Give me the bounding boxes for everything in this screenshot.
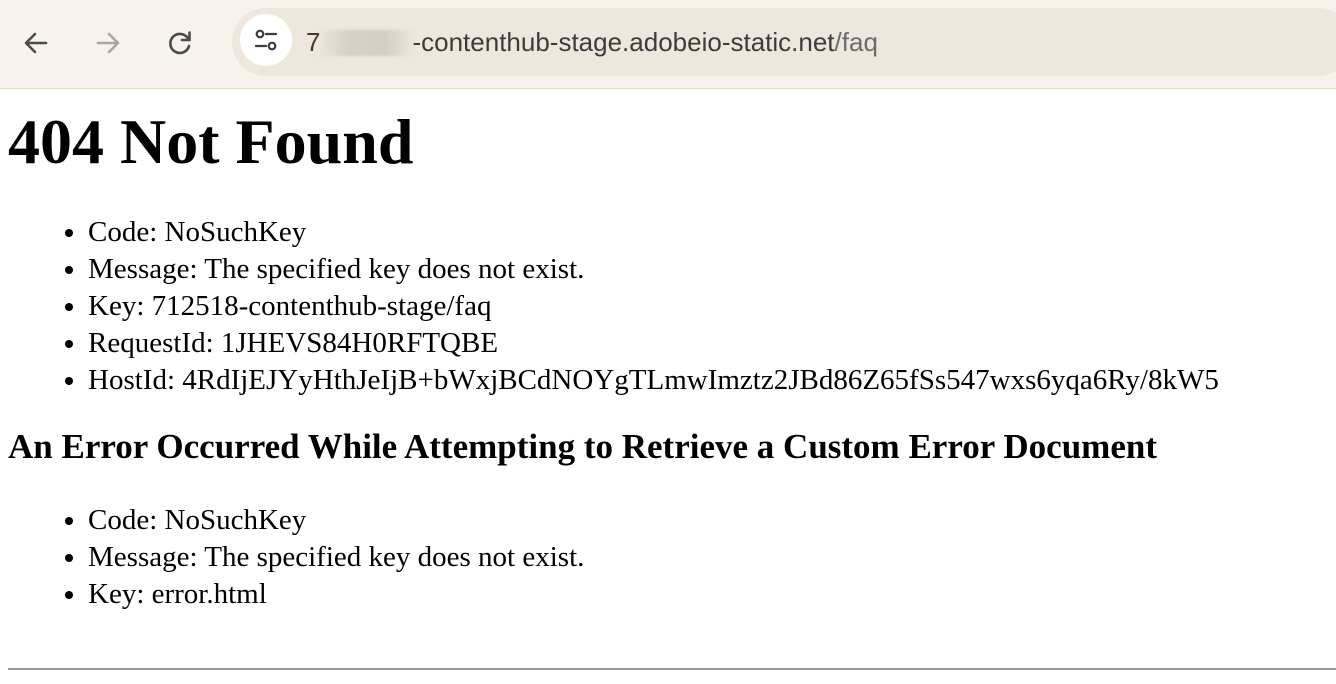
url-path: /faq: [834, 27, 878, 57]
list-item: RequestId: 1JHEVS84H0RFTQBE: [88, 325, 1336, 362]
reload-button[interactable]: [160, 24, 200, 62]
list-item: Code: NoSuchKey: [88, 214, 1336, 251]
url-redaction: [320, 30, 413, 56]
site-info-button[interactable]: [240, 14, 292, 66]
arrow-right-icon: [96, 32, 120, 54]
list-item: Key: 712518-contenthub-stage/faq: [88, 288, 1336, 325]
reload-icon: [169, 31, 191, 55]
section-heading: An Error Occurred While Attempting to Re…: [8, 427, 1157, 466]
page-content: 404 Not Found Code: NoSuchKey Message: T…: [8, 88, 1336, 613]
list-item: HostId: 4RdIjEJYyHthJeIjB+bWxjBCdNOYgTLm…: [88, 362, 1336, 399]
list-item: Code: NoSuchKey: [88, 502, 1336, 539]
url-host: -contenthub-stage.adobeio-static.net: [412, 27, 835, 57]
url-prefix: 7: [306, 27, 321, 57]
horizontal-rule: [8, 668, 1336, 670]
browser-toolbar: 7 -contenthub-stage.adobeio-static.net/fa…: [0, 0, 1336, 89]
list-item: Key: error.html: [88, 576, 1336, 613]
custom-error-details-list: Code: NoSuchKey Message: The specified k…: [8, 502, 1336, 613]
page-title: 404 Not Found: [8, 106, 414, 177]
url-text[interactable]: 7 -contenthub-stage.adobeio-static.net/fa…: [306, 27, 878, 57]
list-item: Message: The specified key does not exis…: [88, 251, 1336, 288]
list-item: Message: The specified key does not exis…: [88, 539, 1336, 576]
back-button[interactable]: [16, 24, 56, 62]
error-details-list: Code: NoSuchKey Message: The specified k…: [8, 214, 1336, 399]
tune-icon: [254, 29, 278, 51]
arrow-left-icon: [24, 32, 48, 54]
forward-button[interactable]: [88, 24, 128, 62]
